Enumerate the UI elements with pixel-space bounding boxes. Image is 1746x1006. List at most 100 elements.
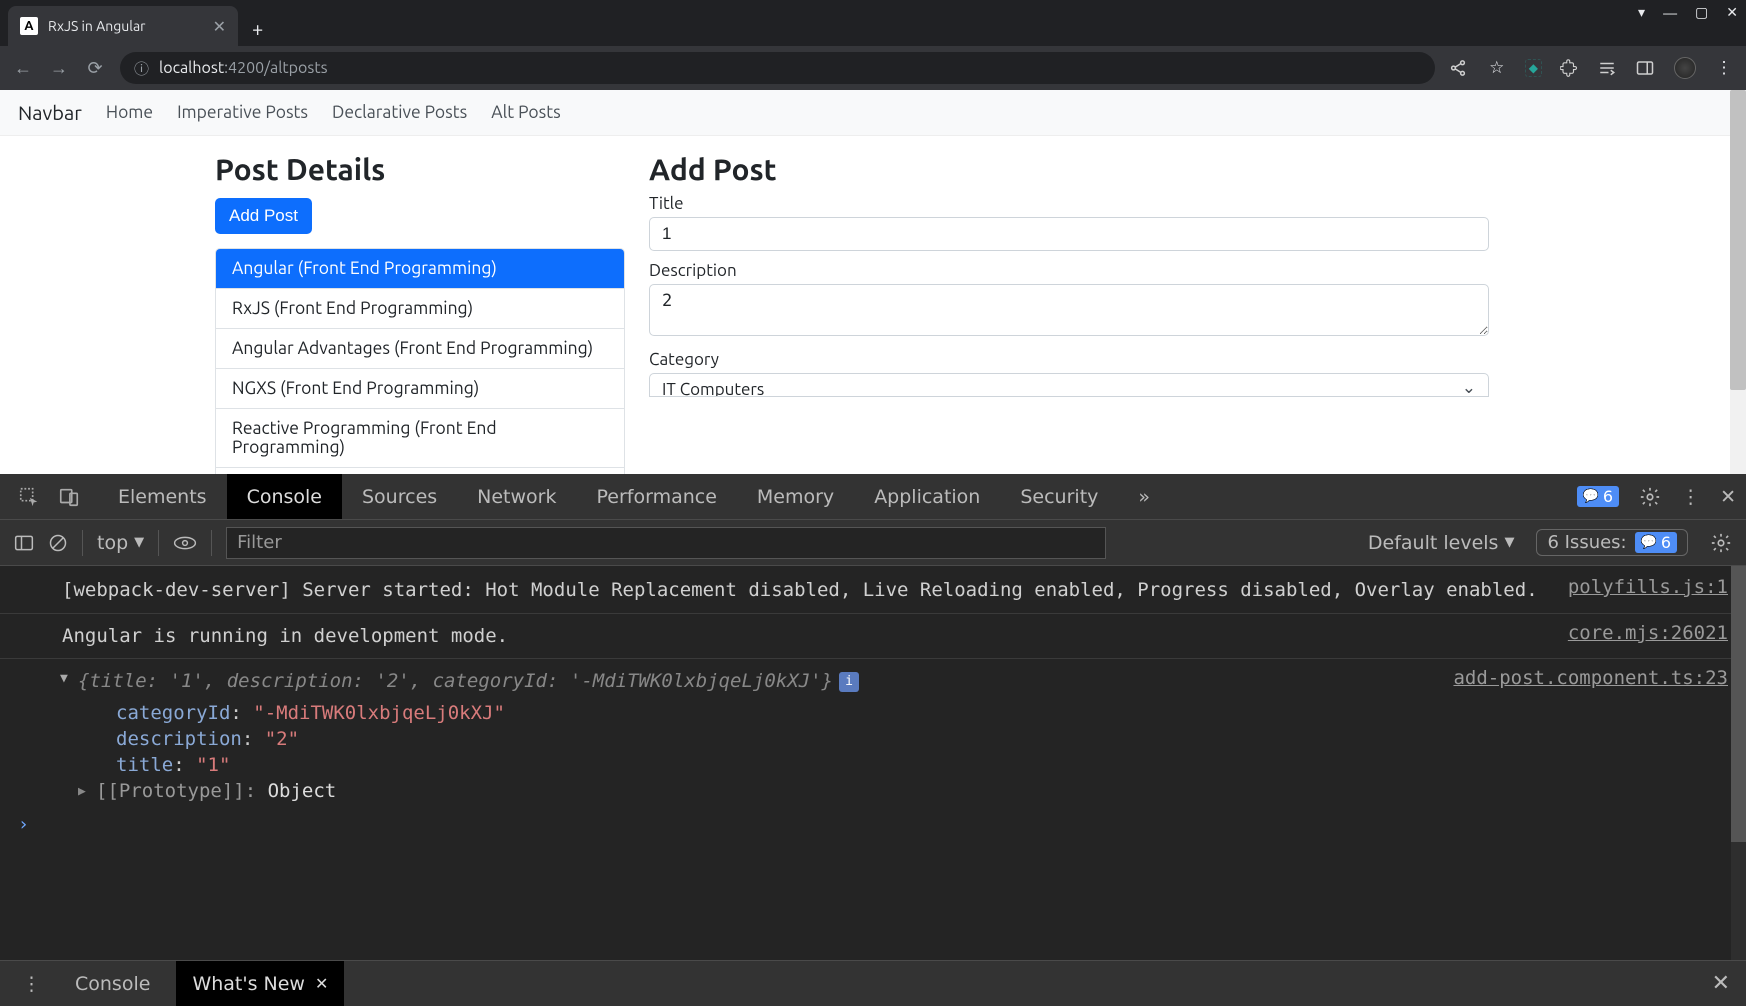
back-button[interactable]: ← — [12, 58, 34, 79]
page-scrollbar[interactable] — [1730, 90, 1746, 474]
console-sidebar-toggle-icon[interactable] — [14, 534, 34, 552]
console-object-property[interactable]: description: "2" — [0, 726, 1746, 752]
extension-badge-icon[interactable]: ◆ — [1525, 59, 1542, 77]
browser-menu-icon[interactable]: ⋮ — [1714, 58, 1734, 78]
issues-count-badge: 6 — [1635, 532, 1677, 553]
devtools-tab-performance[interactable]: Performance — [577, 474, 737, 519]
devtools-tab-console[interactable]: Console — [227, 474, 342, 519]
tab-title: RxJS in Angular — [48, 18, 203, 34]
side-panel-icon[interactable] — [1636, 60, 1656, 76]
list-item[interactable]: Angular (Front End Programming) — [216, 249, 624, 289]
list-item[interactable]: RxJS (Front End Programming) — [216, 289, 624, 329]
drawer-tab-console[interactable]: Console — [59, 961, 166, 1006]
console-source-link[interactable]: polyfills.js:1 — [1548, 576, 1728, 605]
description-label: Description — [649, 261, 1506, 280]
device-toolbar-icon[interactable] — [58, 486, 80, 508]
forward-button[interactable]: → — [48, 58, 70, 79]
nav-link-declarative-posts[interactable]: Declarative Posts — [332, 103, 467, 122]
devtools-close-icon[interactable]: ✕ — [1720, 486, 1736, 508]
nav-link-home[interactable]: Home — [106, 103, 153, 122]
page-viewport: Navbar Home Imperative Posts Declarative… — [0, 90, 1746, 474]
browser-tab[interactable]: A RxJS in Angular ✕ — [8, 6, 238, 46]
browser-toolbar: ← → ⟳ ⓘ localhost:4200/altposts ☆ ◆ ⋮ — [0, 46, 1746, 90]
nav-link-alt-posts[interactable]: Alt Posts — [491, 103, 560, 122]
title-label: Title — [649, 194, 1506, 213]
nav-link-imperative-posts[interactable]: Imperative Posts — [177, 103, 308, 122]
caret-down-icon[interactable]: ▼ — [60, 671, 68, 686]
posts-list: Angular (Front End Programming) RxJS (Fr… — [215, 248, 625, 474]
share-icon[interactable] — [1449, 59, 1469, 77]
devtools-tab-security[interactable]: Security — [1000, 474, 1118, 519]
chevron-down-icon: ▼ — [1504, 535, 1514, 550]
chevron-down-icon[interactable]: ▾ — [1638, 4, 1645, 21]
console-object-prototype[interactable]: ▶ [[Prototype]]: Object — [0, 778, 1746, 804]
devtools-panel: Elements Console Sources Network Perform… — [0, 474, 1746, 1006]
devtools-scrollbar[interactable] — [1731, 566, 1746, 960]
extensions-icon[interactable] — [1560, 59, 1580, 77]
console-object-header[interactable]: ▼ {title: '1', description: '2', categor… — [0, 663, 1746, 700]
devtools-settings-icon[interactable] — [1639, 486, 1661, 508]
bookmark-star-icon[interactable]: ☆ — [1487, 58, 1507, 78]
devtools-tab-elements[interactable]: Elements — [98, 474, 227, 519]
app-navbar: Navbar Home Imperative Posts Declarative… — [0, 90, 1746, 136]
add-post-button[interactable]: Add Post — [215, 198, 312, 234]
devtools-tab-memory[interactable]: Memory — [737, 474, 854, 519]
console-log-line[interactable]: Angular is running in development mode. … — [0, 618, 1746, 660]
log-levels-selector[interactable]: Default levels ▼ — [1368, 532, 1515, 554]
console-context-selector[interactable]: top ▼ — [97, 532, 144, 554]
devtools-menu-icon[interactable]: ⋮ — [1681, 486, 1700, 508]
chevron-down-icon: ⌄ — [1462, 378, 1476, 397]
drawer-close-icon[interactable]: ✕ — [1712, 971, 1730, 996]
console-prompt[interactable]: › — [0, 804, 1746, 845]
drawer-tab-whats-new[interactable]: What's New ✕ — [176, 961, 344, 1006]
url-host: localhost:4200/altposts — [159, 59, 328, 77]
console-toolbar: top ▼ Filter Default levels ▼ 6 Issues: … — [0, 520, 1746, 566]
profile-avatar-icon[interactable] — [1674, 57, 1696, 79]
close-icon[interactable]: ✕ — [315, 974, 328, 993]
tab-close-icon[interactable]: ✕ — [213, 17, 226, 36]
clear-console-icon[interactable] — [48, 533, 68, 553]
category-label: Category — [649, 350, 1506, 369]
drawer-menu-icon[interactable]: ⋮ — [14, 973, 49, 995]
live-expression-icon[interactable] — [173, 535, 197, 551]
list-item[interactable]: Reactive Programming (Front End Programm… — [216, 409, 624, 468]
devtools-drawer: ⋮ Console What's New ✕ ✕ — [0, 960, 1746, 1006]
devtools-tab-sources[interactable]: Sources — [342, 474, 457, 519]
console-output: [webpack-dev-server] Server started: Hot… — [0, 566, 1746, 960]
reload-button[interactable]: ⟳ — [84, 58, 106, 79]
inspect-element-icon[interactable] — [18, 486, 40, 508]
address-bar[interactable]: ⓘ localhost:4200/altposts — [120, 52, 1435, 84]
info-icon[interactable]: i — [839, 672, 859, 692]
devtools-tabs-more-icon[interactable]: » — [1118, 474, 1170, 519]
console-source-link[interactable]: add-post.component.ts:23 — [1433, 667, 1728, 696]
category-select[interactable]: IT Computers ⌄ — [649, 373, 1489, 397]
console-source-link[interactable]: core.mjs:26021 — [1548, 622, 1728, 651]
new-tab-button[interactable]: + — [238, 10, 277, 46]
navbar-brand[interactable]: Navbar — [18, 101, 82, 124]
window-close-icon[interactable]: ✕ — [1726, 4, 1738, 21]
window-maximize-icon[interactable]: ▢ — [1695, 4, 1708, 21]
page-title: Post Details — [215, 152, 625, 186]
site-info-icon[interactable]: ⓘ — [134, 58, 149, 79]
caret-right-icon[interactable]: ▶ — [78, 784, 86, 799]
browser-actions: ☆ ◆ ⋮ — [1449, 57, 1734, 79]
browser-tab-bar: A RxJS in Angular ✕ + ▾ — ▢ ✕ — [0, 0, 1746, 46]
window-minimize-icon[interactable]: — — [1663, 5, 1677, 21]
devtools-tab-network[interactable]: Network — [457, 474, 576, 519]
console-log-line[interactable]: [webpack-dev-server] Server started: Hot… — [0, 572, 1746, 614]
title-input[interactable] — [649, 217, 1489, 251]
devtools-tabs: Elements Console Sources Network Perform… — [0, 474, 1746, 520]
console-object-property[interactable]: title: "1" — [0, 752, 1746, 778]
category-selected-value: IT Computers — [662, 380, 764, 397]
console-messages-badge[interactable]: 6 — [1577, 486, 1619, 507]
devtools-tab-application[interactable]: Application — [854, 474, 1000, 519]
window-controls: ▾ — ▢ ✕ — [1638, 4, 1738, 21]
reading-list-icon[interactable] — [1598, 60, 1618, 76]
console-settings-icon[interactable] — [1710, 532, 1732, 554]
list-item[interactable]: Angular Advantages (Front End Programmin… — [216, 329, 624, 369]
list-item[interactable]: NGXS (Front End Programming) — [216, 369, 624, 409]
issues-button[interactable]: 6 Issues: 6 — [1536, 529, 1688, 556]
console-filter-input[interactable]: Filter — [226, 527, 1106, 559]
description-input[interactable] — [649, 284, 1489, 336]
console-object-property[interactable]: categoryId: "-MdiTWK0lxbjqeLj0kXJ" — [0, 700, 1746, 726]
